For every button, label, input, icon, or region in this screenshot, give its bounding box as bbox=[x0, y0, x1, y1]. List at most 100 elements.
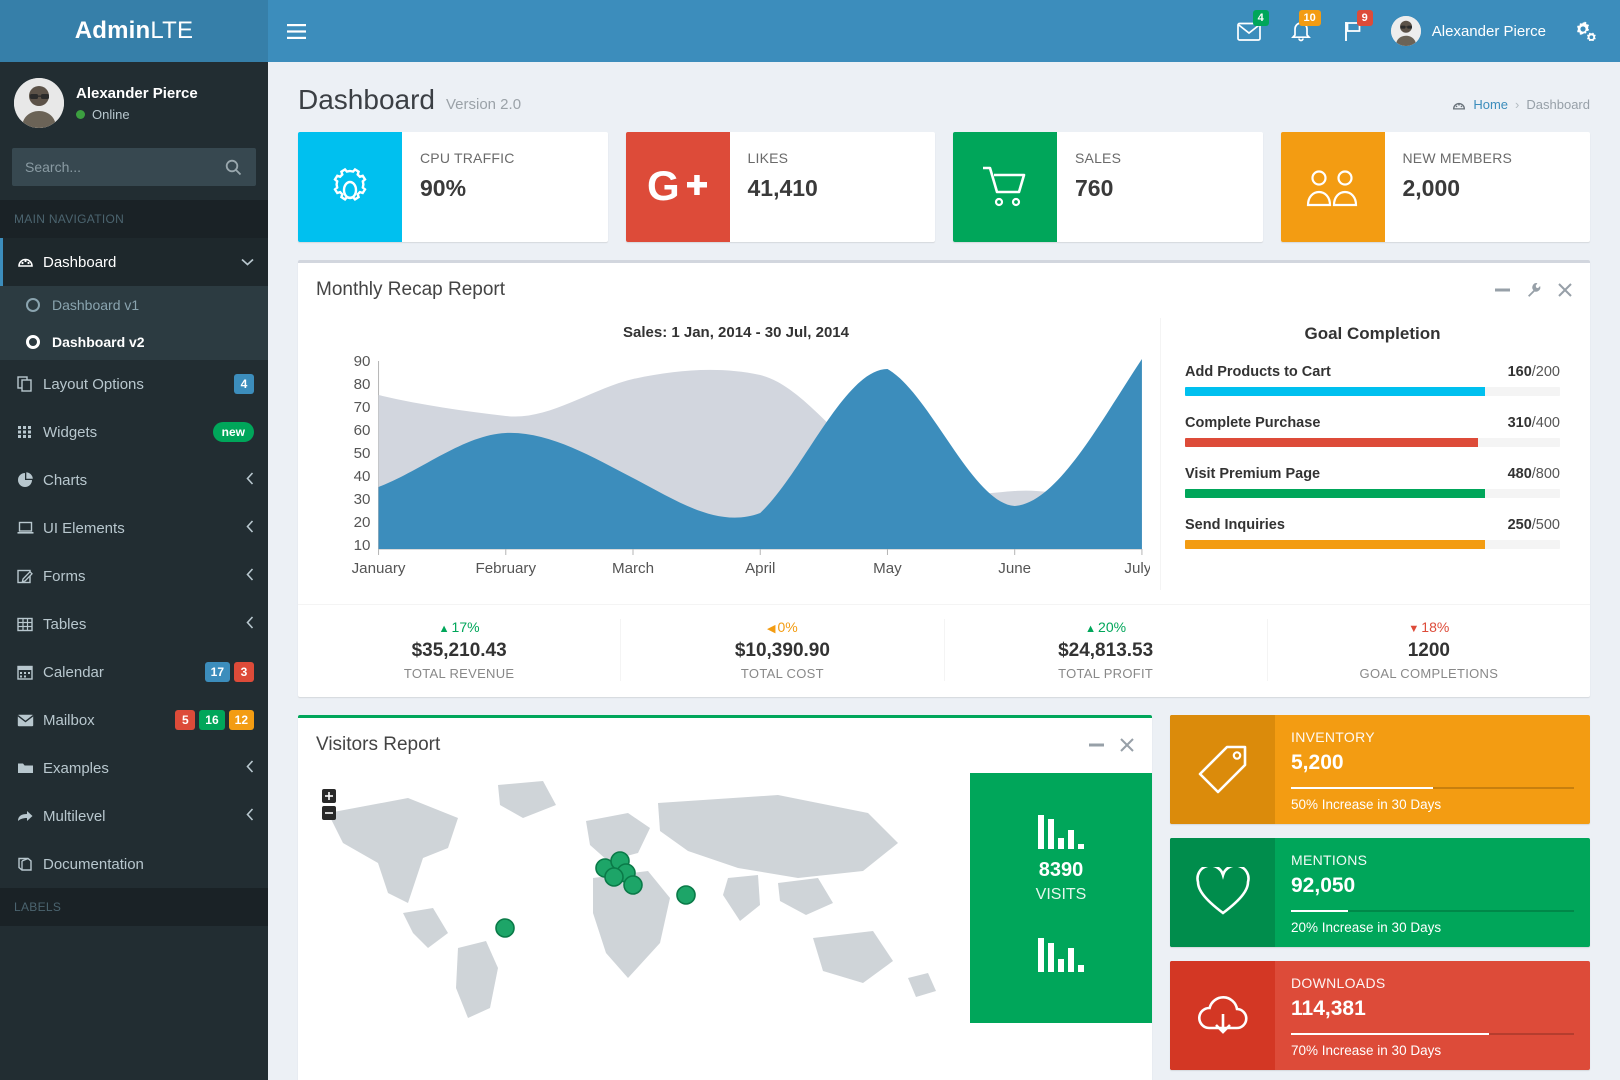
tasks-button[interactable]: 9 bbox=[1327, 0, 1379, 62]
svg-text:G: G bbox=[647, 164, 680, 209]
sidebar-item-documentation[interactable]: Documentation bbox=[0, 840, 268, 888]
infobox-cpu-traffic[interactable]: CPU TRAFFIC 90% bbox=[298, 132, 608, 242]
times-icon[interactable] bbox=[1120, 738, 1134, 752]
goal-row: Add Products to Cart 160/200 bbox=[1185, 364, 1560, 380]
widget-value: 92,050 bbox=[1291, 874, 1574, 898]
breadcrumb-home[interactable]: Home bbox=[1473, 97, 1508, 112]
sidebar-item-widgets[interactable]: Widgets new bbox=[0, 408, 268, 456]
infobox-label: CPU TRAFFIC bbox=[420, 150, 515, 166]
world-map[interactable] bbox=[298, 773, 970, 1023]
sidebar-item-calendar[interactable]: Calendar 17 3 bbox=[0, 648, 268, 696]
infobox-sales[interactable]: SALES 760 bbox=[953, 132, 1263, 242]
search-button[interactable] bbox=[221, 149, 255, 185]
brand-logo[interactable]: AdminLTE bbox=[0, 0, 268, 62]
bottom-row: Visitors Report bbox=[268, 715, 1620, 1080]
sidebar-badge-mailbox-3: 12 bbox=[229, 710, 254, 730]
gears-icon bbox=[1575, 21, 1597, 41]
stat-value: $10,390.90 bbox=[621, 640, 943, 662]
goal-name: Visit Premium Page bbox=[1185, 466, 1320, 482]
sidebar-item-calendar-label: Calendar bbox=[43, 664, 201, 681]
widget-downloads[interactable]: DOWNLOADS 114,381 70% Increase in 30 Day… bbox=[1170, 961, 1590, 1070]
widget-description: 70% Increase in 30 Days bbox=[1291, 1043, 1574, 1058]
sidebar-item-dashboard[interactable]: Dashboard bbox=[0, 238, 268, 286]
avatar bbox=[14, 78, 64, 128]
sidebar-item-charts[interactable]: Charts bbox=[0, 456, 268, 504]
sidebar-item-examples[interactable]: Examples bbox=[0, 744, 268, 792]
goal-total: /800 bbox=[1532, 466, 1560, 482]
copy-icon bbox=[17, 376, 43, 392]
goal-number: 160/200 bbox=[1508, 364, 1560, 380]
brand-light: LTE bbox=[150, 17, 193, 45]
goal-total: /200 bbox=[1532, 364, 1560, 380]
infobox-label: SALES bbox=[1075, 150, 1121, 166]
infobox-new-members[interactable]: NEW MEMBERS 2,000 bbox=[1281, 132, 1591, 242]
sidebar-badge-widgets: new bbox=[213, 422, 254, 442]
sidebar-item-layout-options[interactable]: Layout Options 4 bbox=[0, 360, 268, 408]
tag-icon bbox=[1170, 715, 1275, 824]
sidebar-item-dashboard-label: Dashboard bbox=[43, 254, 241, 271]
sidebar-item-mailbox[interactable]: Mailbox 5 16 12 bbox=[0, 696, 268, 744]
widget-body: INVENTORY 5,200 50% Increase in 30 Days bbox=[1275, 715, 1590, 824]
goal-number: 310/400 bbox=[1508, 415, 1560, 431]
progress-fill bbox=[1185, 387, 1485, 396]
widget-description: 20% Increase in 30 Days bbox=[1291, 920, 1574, 935]
pie-icon bbox=[17, 472, 43, 488]
sidebar-item-ui-elements-label: UI Elements bbox=[43, 520, 246, 537]
visitors-report-header: Visitors Report bbox=[298, 718, 1152, 773]
sidebar: AdminLTE Alexander Pierce Online bbox=[0, 0, 268, 1080]
stat-label: TOTAL REVENUE bbox=[298, 666, 620, 681]
sidebar-item-tables[interactable]: Tables bbox=[0, 600, 268, 648]
visitors-report-body: 8390 VISITS bbox=[298, 773, 1152, 1023]
minus-icon[interactable] bbox=[1089, 743, 1104, 747]
user-menu-button[interactable]: Alexander Pierce bbox=[1379, 0, 1560, 62]
sidebar-section-main-navigation: MAIN NAVIGATION bbox=[0, 200, 268, 238]
dashboard-icon bbox=[1452, 97, 1466, 113]
wrench-icon[interactable] bbox=[1526, 282, 1542, 298]
visits-value: 8390 bbox=[970, 859, 1152, 882]
sidebar-toggle-button[interactable] bbox=[268, 0, 324, 62]
infobox-body: NEW MEMBERS 2,000 bbox=[1385, 132, 1513, 242]
sidebar-item-forms[interactable]: Forms bbox=[0, 552, 268, 600]
folder-icon bbox=[17, 761, 43, 775]
sidebar-item-dashboard-v2[interactable]: Dashboard v2 bbox=[0, 323, 268, 360]
minus-icon[interactable] bbox=[1495, 288, 1510, 292]
svg-text:January: January bbox=[352, 560, 406, 577]
goal-row: Send Inquiries 250/500 bbox=[1185, 517, 1560, 533]
times-icon[interactable] bbox=[1558, 283, 1572, 297]
widget-inventory[interactable]: INVENTORY 5,200 50% Increase in 30 Days bbox=[1170, 715, 1590, 824]
infobox-likes[interactable]: G LIKES 41,410 bbox=[626, 132, 936, 242]
svg-text:30: 30 bbox=[354, 491, 371, 508]
notifications-button[interactable]: 10 bbox=[1275, 0, 1327, 62]
widget-mentions[interactable]: MENTIONS 92,050 20% Increase in 30 Days bbox=[1170, 838, 1590, 947]
sparkline-bottom-chart bbox=[970, 930, 1152, 972]
progress-fill bbox=[1185, 438, 1478, 447]
sidebar-item-multilevel[interactable]: Multilevel bbox=[0, 792, 268, 840]
caret-up-icon: ▲ bbox=[1085, 623, 1096, 635]
svg-text:July: July bbox=[1124, 560, 1150, 577]
page-subtitle: Version 2.0 bbox=[446, 96, 521, 113]
stat-delta-value: 17% bbox=[452, 619, 480, 635]
control-sidebar-button[interactable] bbox=[1560, 0, 1612, 62]
search-input[interactable] bbox=[13, 159, 221, 175]
monthly-recap-body: Sales: 1 Jan, 2014 - 30 Jul, 2014 908070… bbox=[298, 318, 1590, 604]
messages-button[interactable]: 4 bbox=[1223, 0, 1275, 62]
goal-item: Complete Purchase 310/400 bbox=[1185, 415, 1560, 447]
svg-text:February: February bbox=[475, 560, 536, 577]
sidebar-item-examples-label: Examples bbox=[43, 760, 246, 777]
svg-text:70: 70 bbox=[354, 399, 371, 416]
sidebar-item-dashboard-v2-label: Dashboard v2 bbox=[52, 334, 145, 350]
goal-item: Send Inquiries 250/500 bbox=[1185, 517, 1560, 549]
sales-area-chart: 908070 605040 302010 JanuaryFebru bbox=[322, 353, 1150, 585]
sidebar-item-ui-elements[interactable]: UI Elements bbox=[0, 504, 268, 552]
sidebar-item-forms-label: Forms bbox=[43, 568, 246, 585]
visitors-report-box: Visitors Report bbox=[298, 715, 1152, 1080]
svg-text:60: 60 bbox=[354, 422, 371, 439]
infobox-row: CPU TRAFFIC 90% G LIKES 41,410 bbox=[268, 132, 1620, 242]
stat-label: TOTAL PROFIT bbox=[945, 666, 1267, 681]
edit-icon bbox=[17, 568, 43, 584]
chevron-left-icon bbox=[246, 616, 254, 632]
goal-name: Send Inquiries bbox=[1185, 517, 1285, 533]
sparkline-top-chart bbox=[970, 807, 1152, 849]
infobox-label: NEW MEMBERS bbox=[1403, 150, 1513, 166]
sidebar-item-dashboard-v1[interactable]: Dashboard v1 bbox=[0, 286, 268, 323]
